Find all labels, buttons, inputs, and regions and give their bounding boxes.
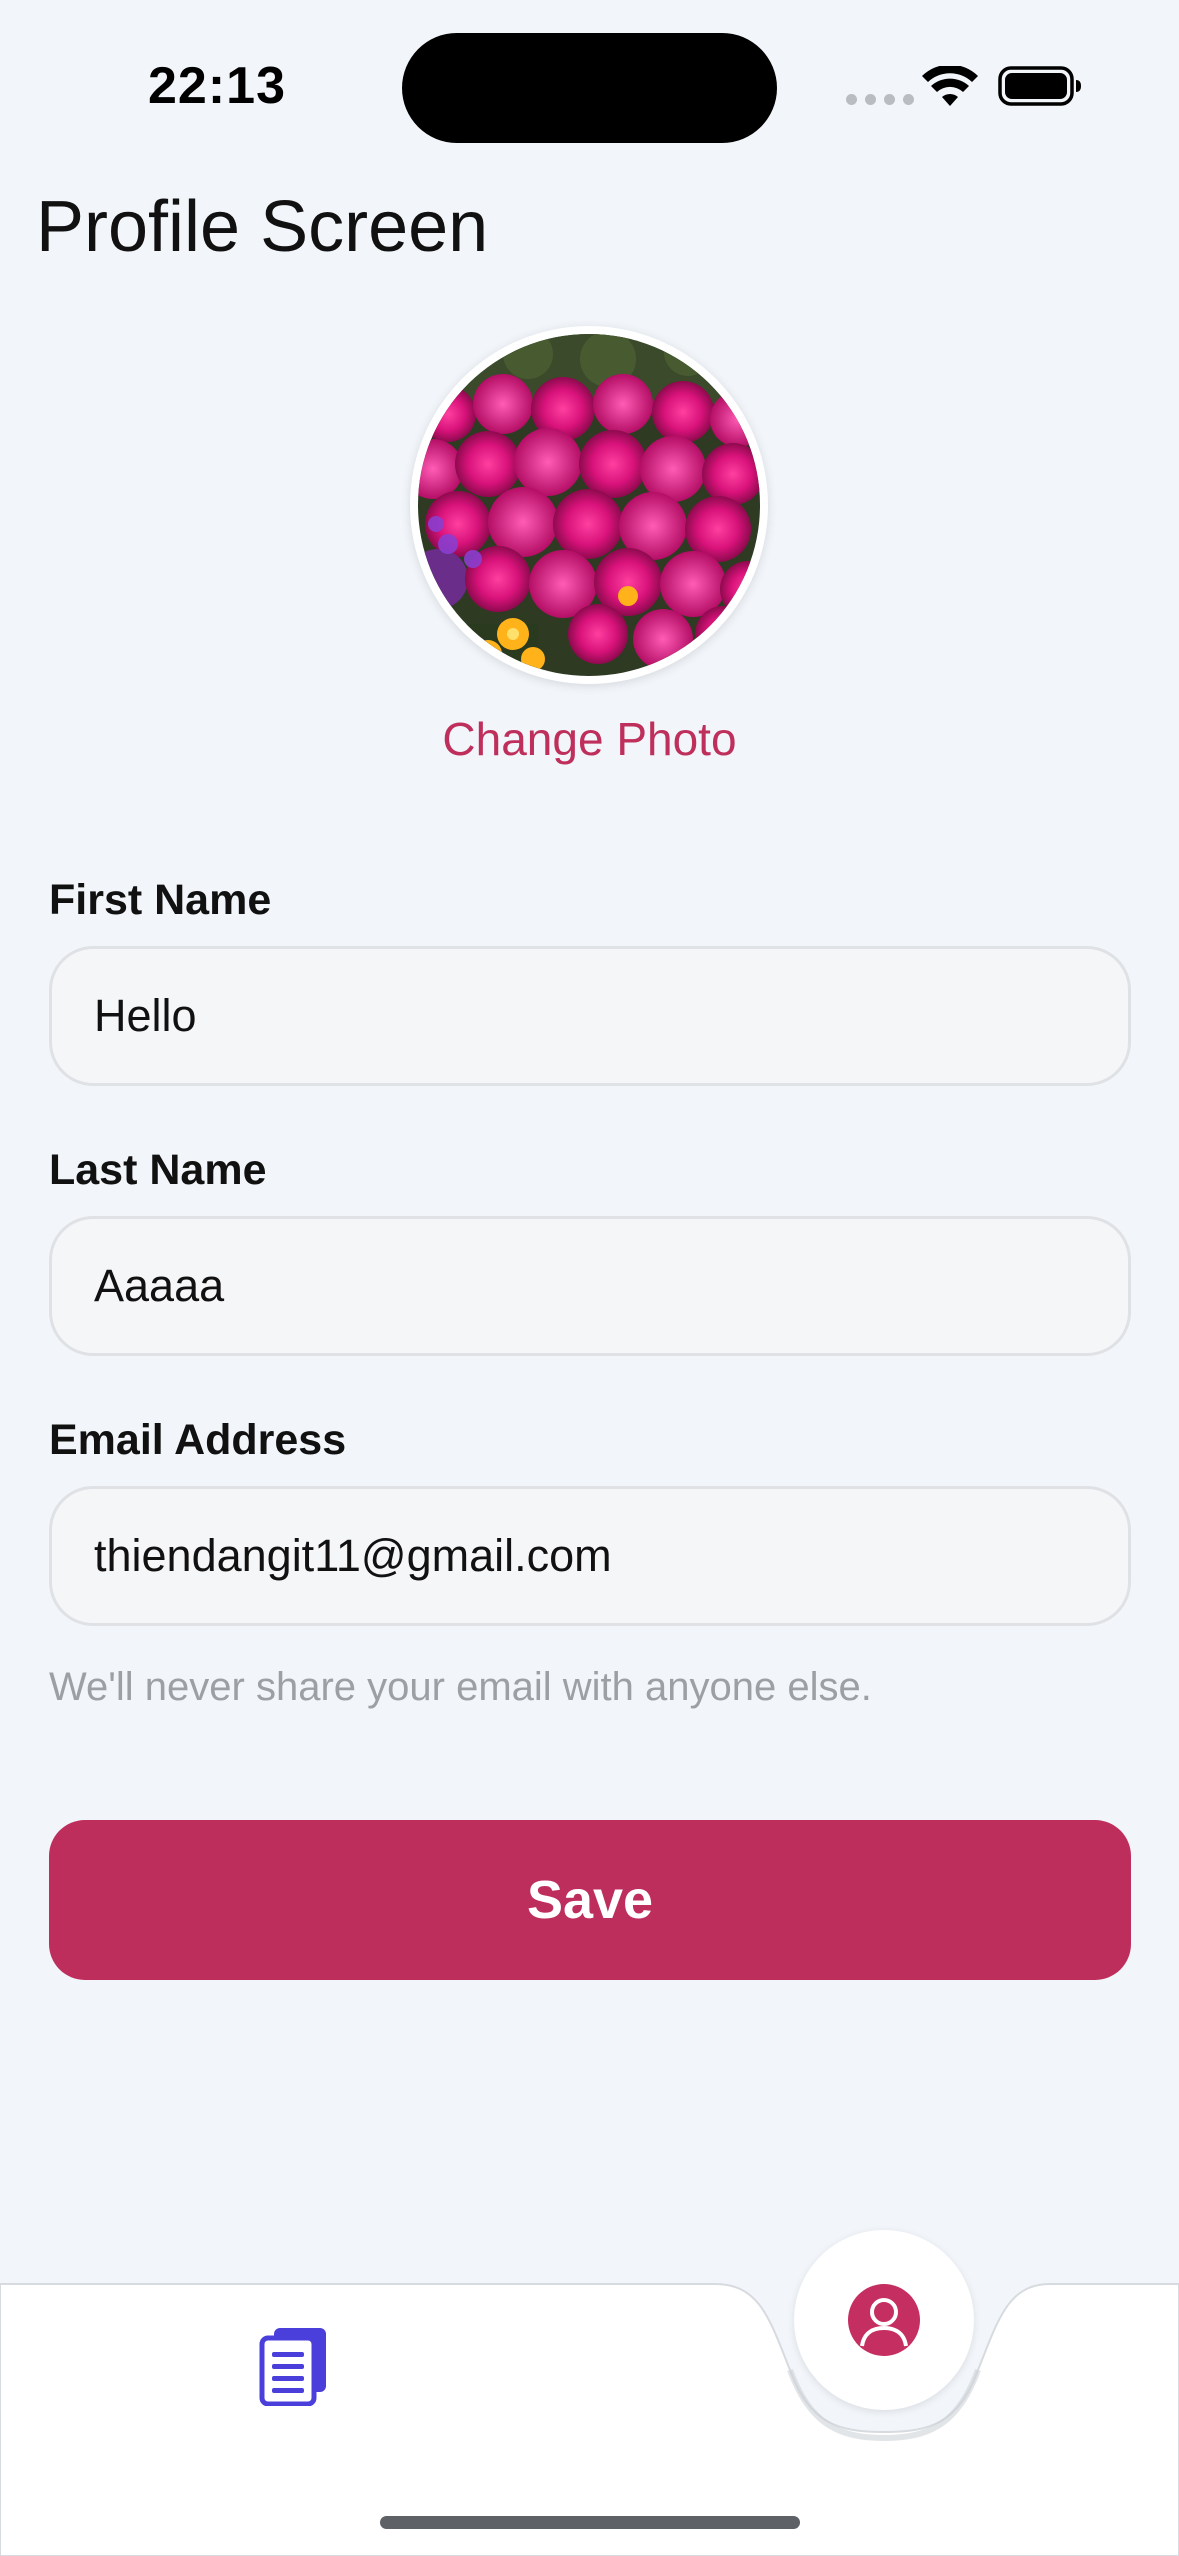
profile-tab-button[interactable]	[794, 2230, 974, 2410]
document-list-icon[interactable]	[258, 2326, 330, 2406]
first-name-label: First Name	[49, 876, 272, 924]
last-name-field[interactable]	[49, 1216, 1131, 1356]
last-name-label: Last Name	[49, 1146, 267, 1194]
status-time: 22:13	[148, 57, 286, 115]
dynamic-island	[402, 33, 777, 143]
email-field[interactable]	[49, 1486, 1131, 1626]
status-bar: 22:13	[0, 0, 1179, 160]
save-button[interactable]: Save	[49, 1820, 1131, 1980]
avatar-frame[interactable]	[410, 326, 768, 684]
email-help-text: We'll never share your email with anyone…	[49, 1665, 872, 1709]
first-name-field[interactable]	[49, 946, 1131, 1086]
page-title: Profile Screen	[36, 187, 489, 267]
change-photo-button[interactable]: Change Photo	[0, 712, 1179, 766]
tab-bar-background	[0, 2283, 1179, 2556]
email-label: Email Address	[49, 1416, 347, 1464]
user-profile-icon	[848, 2284, 920, 2356]
wifi-icon	[922, 66, 978, 106]
avatar[interactable]	[418, 334, 760, 676]
tab-bar	[0, 2200, 1179, 2556]
cellular-signal-icon	[846, 94, 914, 105]
flower-photo	[418, 334, 760, 676]
home-indicator	[380, 2516, 800, 2529]
battery-icon	[998, 66, 1081, 106]
